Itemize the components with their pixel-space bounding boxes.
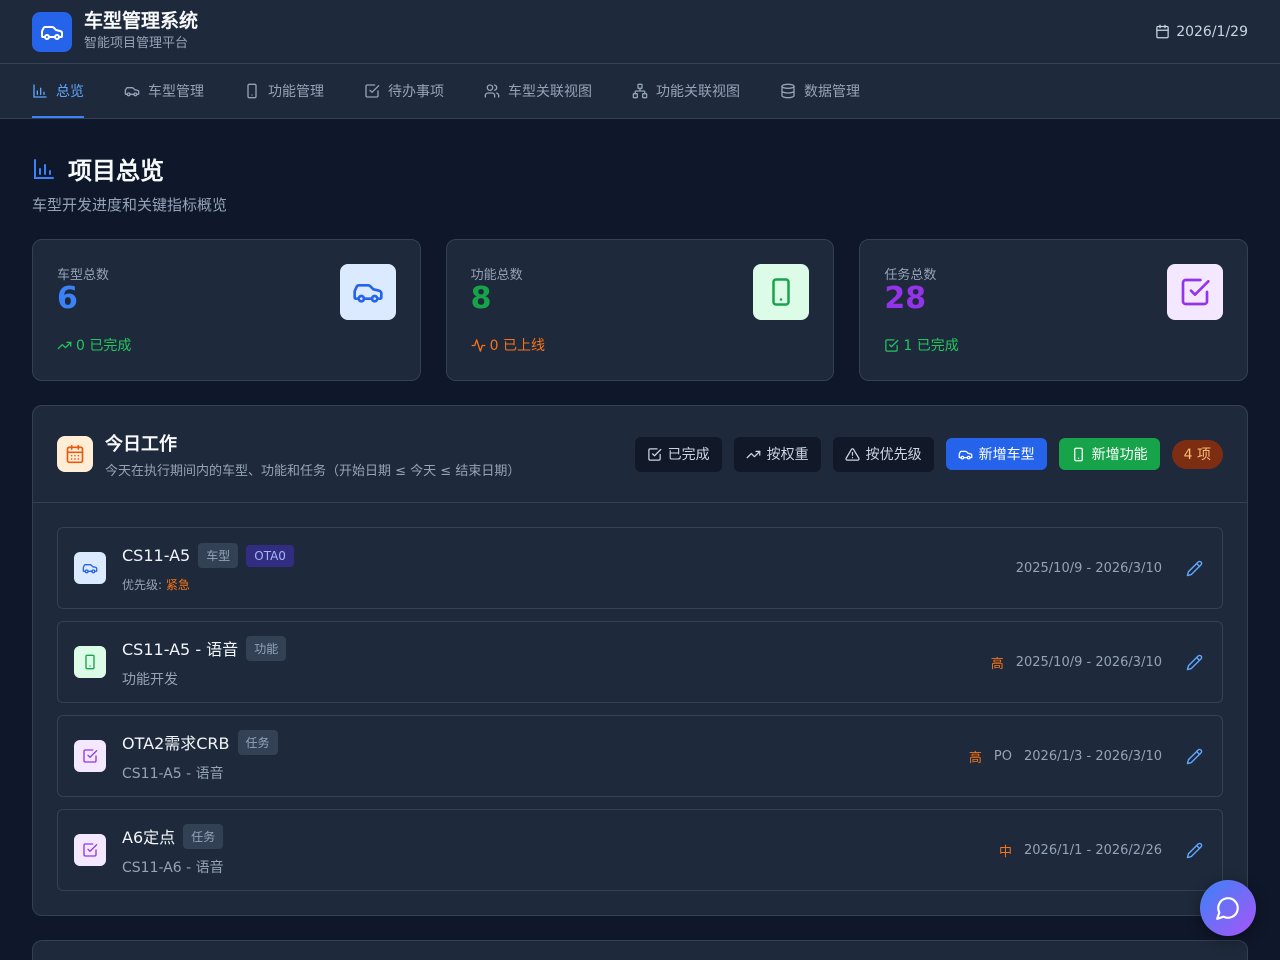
sort-by-weight-button[interactable]: 按权重: [733, 436, 821, 472]
chat-button[interactable]: [1200, 880, 1256, 936]
app-subtitle: 智能项目管理平台: [84, 35, 189, 51]
trending-up-icon: [57, 338, 72, 353]
check-square-icon: [1167, 264, 1224, 320]
calendar-icon: [57, 436, 93, 472]
date-range: 2025/10/9 - 2026/3/10: [1015, 654, 1162, 670]
date-range: 2026/1/1 - 2026/2/26: [1024, 842, 1162, 858]
next-panel: [32, 940, 1248, 960]
main-nav: 总览 车型管理 功能管理 待办事项 车型关联视图 功能关联视图 数据管理: [0, 64, 1280, 119]
check-square-icon: [74, 834, 106, 866]
type-tag: 任务: [237, 729, 278, 755]
owner-label: PO: [993, 748, 1012, 764]
add-feature-button[interactable]: 新增功能: [1058, 438, 1160, 470]
phone-icon: [244, 83, 260, 99]
app-header: 车型管理系统 智能项目管理平台 2026/1/29: [0, 0, 1280, 64]
tab-todo[interactable]: 待办事项: [364, 64, 444, 118]
priority-label: 中: [998, 844, 1012, 860]
sort-by-priority-button[interactable]: 按优先级: [832, 436, 934, 472]
header-date: 2026/1/29: [1155, 24, 1248, 40]
priority-value: 紧急: [165, 578, 190, 592]
item-name: A6定点: [122, 828, 176, 847]
type-tag: 任务: [183, 823, 224, 849]
phone-icon: [753, 264, 810, 320]
filter-completed-button[interactable]: 已完成: [634, 436, 722, 472]
priority-label: 优先级:: [122, 578, 163, 592]
phone-icon: [74, 646, 106, 678]
item-count-badge: 4 项: [1171, 439, 1223, 469]
brand: 车型管理系统 智能项目管理平台: [32, 10, 198, 54]
tab-data-management[interactable]: 数据管理: [780, 64, 860, 118]
page-title: 项目总览: [32, 151, 1248, 186]
tab-feature-relation[interactable]: 功能关联视图: [632, 64, 740, 118]
car-icon: [74, 552, 106, 584]
car-icon: [958, 447, 973, 462]
type-tag: 功能: [246, 635, 287, 661]
today-list: CS11-A5 车型 OTA0 优先级: 紧急 2025/10/9 - 2026…: [33, 503, 1247, 915]
item-subtitle: CS11-A5 - 语音: [122, 765, 224, 782]
date-range: 2026/1/3 - 2026/3/10: [1024, 748, 1162, 764]
item-name: CS11-A5: [122, 546, 191, 565]
edit-icon[interactable]: [1182, 838, 1206, 862]
add-model-button[interactable]: 新增车型: [945, 438, 1047, 470]
priority-label: 高: [968, 750, 982, 766]
item-name: CS11-A5 - 语音: [122, 640, 239, 659]
list-item[interactable]: CS11-A5 - 语音 功能 功能开发 高 2025/10/9 - 2026/…: [57, 621, 1223, 703]
stat-card-tasks[interactable]: 任务总数 28 1 已完成: [859, 239, 1249, 381]
check-square-icon: [884, 338, 899, 353]
chat-icon: [1215, 895, 1241, 921]
phone-icon: [1071, 447, 1086, 462]
list-item[interactable]: A6定点 任务 CS11-A6 - 语音 中 2026/1/1 - 2026/2…: [57, 809, 1223, 891]
item-subtitle: 功能开发: [122, 671, 178, 688]
users-icon: [484, 83, 500, 99]
panel-title: 今日工作: [105, 433, 177, 455]
main-content: 项目总览 车型开发进度和关键指标概览 车型总数 6 0 已完成 功能总数 8 0…: [0, 119, 1280, 960]
page-subtitle: 车型开发进度和关键指标概览: [32, 196, 228, 214]
edit-icon[interactable]: [1182, 556, 1206, 580]
network-icon: [632, 83, 648, 99]
calendar-icon: [1155, 24, 1170, 39]
type-tag: 车型: [198, 543, 239, 568]
tab-model-relation[interactable]: 车型关联视图: [484, 64, 592, 118]
tab-model-management[interactable]: 车型管理: [124, 64, 204, 118]
panel-actions: 已完成 按权重 按优先级 新增车型 新增功能 4 项: [634, 436, 1223, 472]
car-icon: [339, 264, 396, 320]
today-work-panel: 今日工作 今天在执行期间内的车型、功能和任务（开始日期 ≤ 今天 ≤ 结束日期）…: [32, 405, 1248, 916]
date-range: 2025/10/9 - 2026/3/10: [1015, 560, 1162, 576]
item-name: OTA2需求CRB: [122, 734, 230, 753]
database-icon: [780, 83, 796, 99]
check-square-icon: [74, 740, 106, 772]
edit-icon[interactable]: [1182, 650, 1206, 674]
trending-up-icon: [746, 447, 761, 462]
check-square-icon: [364, 83, 380, 99]
tab-overview[interactable]: 总览: [32, 64, 84, 118]
activity-icon: [471, 338, 486, 353]
list-item[interactable]: OTA2需求CRB 任务 CS11-A5 - 语音 高 PO 2026/1/3 …: [57, 715, 1223, 797]
app-title: 车型管理系统: [84, 9, 199, 32]
list-item[interactable]: CS11-A5 车型 OTA0 优先级: 紧急 2025/10/9 - 2026…: [57, 527, 1223, 609]
car-icon: [32, 11, 72, 52]
bar-chart-icon: [32, 83, 48, 99]
stat-card-features[interactable]: 功能总数 8 0 已上线: [445, 239, 835, 381]
bar-chart-icon: [32, 157, 56, 181]
panel-header: 今日工作 今天在执行期间内的车型、功能和任务（开始日期 ≤ 今天 ≤ 结束日期）…: [33, 406, 1247, 503]
warning-icon: [845, 447, 860, 462]
item-subtitle: CS11-A6 - 语音: [122, 859, 224, 876]
tab-feature-management[interactable]: 功能管理: [244, 64, 324, 118]
stat-cards: 车型总数 6 0 已完成 功能总数 8 0 已上线 任务总数 28 1 已完成: [32, 239, 1249, 381]
check-square-icon: [647, 447, 662, 462]
edit-icon[interactable]: [1182, 744, 1206, 768]
ota-tag: OTA0: [246, 544, 294, 567]
current-date: 2026/1/29: [1176, 23, 1248, 40]
panel-subtitle: 今天在执行期间内的车型、功能和任务（开始日期 ≤ 今天 ≤ 结束日期）: [105, 463, 521, 479]
car-icon: [124, 83, 140, 99]
stat-card-models[interactable]: 车型总数 6 0 已完成: [32, 239, 421, 381]
priority-label: 高: [990, 656, 1004, 672]
